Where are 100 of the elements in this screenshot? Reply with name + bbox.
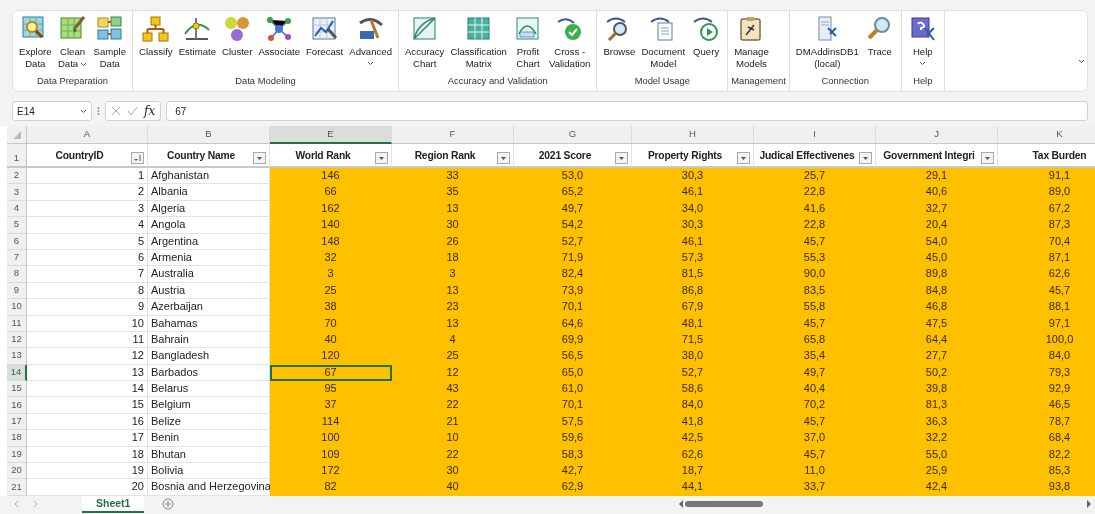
table-cell: 11,0 (754, 463, 876, 480)
table-cell: 56,5 (514, 348, 632, 365)
table-cell: 27,7 (876, 348, 998, 365)
row-header[interactable]: 5 (7, 217, 27, 234)
row-header[interactable]: 13 (7, 348, 27, 365)
formula-input[interactable]: 67 (166, 101, 1088, 121)
row-header[interactable]: 20 (7, 463, 27, 480)
ribbon-button[interactable]: Trace (861, 14, 898, 74)
table-cell: 62,6 (998, 266, 1095, 283)
row-header[interactable]: 2 (7, 168, 27, 185)
table-cell: 32,2 (876, 430, 998, 447)
table-cell: 37 (270, 397, 392, 414)
ribbon-button[interactable]: Associate (255, 14, 303, 74)
row-header[interactable]: 10 (7, 299, 27, 316)
header-cell-text: Property Rights (647, 149, 723, 163)
table-cell: 18 (27, 446, 148, 464)
ribbon-button[interactable]: Estimate (175, 14, 219, 74)
table-cell: 68,4 (998, 430, 1095, 447)
ribbon-button[interactable]: Profit Chart (509, 14, 546, 74)
row-header[interactable]: 1 (7, 144, 27, 168)
table-cell: 10 (392, 430, 514, 447)
row-header[interactable]: 18 (7, 430, 27, 447)
dropdown-icon (80, 108, 87, 114)
table-cell: 12 (27, 348, 148, 365)
column-header[interactable]: I (754, 126, 876, 144)
column-header[interactable]: H (632, 126, 754, 144)
table-cell: 42,4 (876, 479, 998, 496)
table-cell: 4 (27, 217, 148, 234)
row-header[interactable]: 21 (7, 479, 27, 496)
table-cell: 20,4 (876, 217, 998, 234)
ribbon-button[interactable]: Advanced (346, 14, 395, 74)
ribbon-button[interactable]: Browse (600, 14, 639, 74)
table-cell: 82,4 (514, 266, 632, 283)
table-cell: 30,3 (632, 217, 754, 234)
table-cell: 40,4 (754, 381, 876, 398)
ribbon-button[interactable]: Classification Matrix (447, 14, 510, 74)
table-cell: 44,1 (632, 479, 754, 496)
ribbon-button[interactable]: Classify (136, 14, 176, 74)
check-icon[interactable] (127, 106, 138, 116)
table-cell: 46,8 (876, 299, 998, 316)
ribbon-button[interactable]: Accuracy Chart (401, 14, 448, 74)
function-button[interactable]: fx (144, 102, 156, 120)
table-cell: Argentina (148, 233, 270, 250)
ribbon-button[interactable]: Help (904, 14, 941, 74)
column-header[interactable]: B (148, 126, 270, 144)
column-header[interactable]: G (514, 126, 632, 144)
caret-icon (367, 61, 375, 66)
column-header[interactable]: E (270, 126, 392, 144)
table-cell: 2 (27, 184, 148, 201)
table-cell: 93,8 (998, 479, 1095, 496)
table-cell: 1 (27, 168, 148, 185)
row-header[interactable]: 15 (7, 381, 27, 398)
table-cell: 38,0 (632, 348, 754, 365)
table-cell: 62,9 (514, 479, 632, 496)
table-cell: 7 (27, 266, 148, 283)
ribbon-button[interactable]: Sample Data (90, 14, 130, 74)
collapse-icon[interactable] (1078, 59, 1085, 64)
table-cell: 23 (392, 299, 514, 316)
table-cell: 58,6 (632, 381, 754, 398)
table-cell: 18,7 (632, 463, 754, 480)
ribbon-button[interactable]: Forecast (302, 14, 347, 74)
name-box[interactable]: E14 (12, 101, 92, 121)
table-cell: 22,8 (754, 184, 876, 201)
column-header[interactable]: K (998, 126, 1095, 144)
ribbon-button[interactable]: Clean Data (54, 14, 91, 74)
table-cell: 17 (27, 430, 148, 447)
column-header[interactable]: A (27, 126, 148, 144)
table-cell: 88,1 (998, 299, 1095, 316)
dots-icon (97, 106, 100, 116)
table-cell: 38 (270, 299, 392, 316)
group-label: Data Modeling (234, 73, 297, 88)
table-cell: 11 (27, 331, 148, 349)
column-header[interactable]: J (876, 126, 998, 144)
table-cell: 59,6 (514, 430, 632, 447)
table-cell: 42,5 (632, 430, 754, 447)
caret-icon (80, 61, 88, 67)
ribbon-button[interactable]: Manage Models (731, 14, 772, 74)
table-cell: 8 (27, 282, 148, 300)
table-cell: Bahamas (148, 315, 270, 332)
table-cell: 29,1 (876, 168, 998, 185)
ribbon-button[interactable]: DMAddinsDB1 (local) (792, 14, 862, 74)
table-cell: 100 (270, 430, 392, 447)
row-header[interactable]: 3 (7, 184, 27, 201)
table-cell: 3 (270, 266, 392, 283)
table-cell: 90,0 (754, 266, 876, 283)
row-header[interactable]: 16 (7, 397, 27, 414)
ribbon-button[interactable]: Query (688, 14, 725, 74)
table-cell: 5 (27, 233, 148, 250)
table-cell: 9 (27, 299, 148, 316)
ribbon-button[interactable]: Cross - Validation (545, 14, 594, 74)
table-cell: 3 (392, 266, 514, 283)
ribbon-button[interactable]: Cluster (219, 14, 256, 74)
row-header[interactable]: 8 (7, 266, 27, 283)
ribbon-button[interactable]: Document Model (638, 14, 689, 74)
column-header[interactable]: F (392, 126, 514, 144)
table-cell: 84,0 (998, 348, 1095, 365)
ribbon-button[interactable]: Explore Data (16, 14, 55, 74)
table-cell: 55,8 (754, 299, 876, 316)
triangle-icon (12, 130, 21, 139)
table-cell: 39,8 (876, 381, 998, 398)
